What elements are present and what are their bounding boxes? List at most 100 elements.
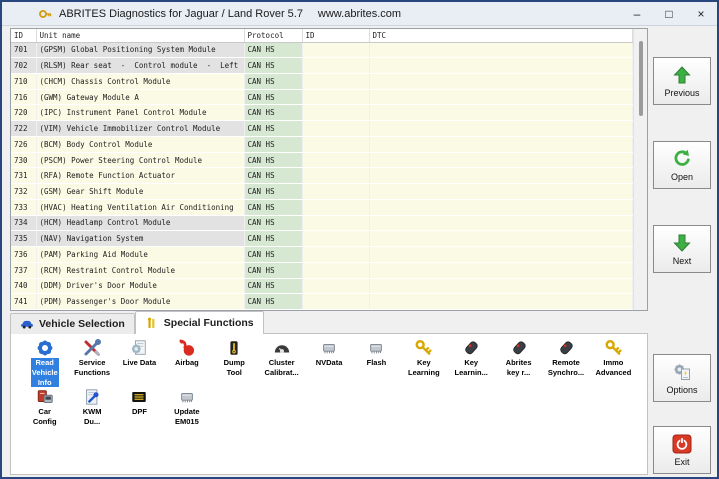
column-header-unit-name[interactable]: Unit name (36, 29, 245, 43)
table-row[interactable]: 733 (HVAC) Heating Ventilation Air Condit… (11, 199, 633, 216)
table-row[interactable]: 735 (NAV) Navigation System CAN HS (11, 230, 633, 248)
cell-dtc (369, 42, 633, 59)
function-update-em015[interactable]: Update EM015 (163, 387, 210, 427)
cell-id: 722 (11, 120, 37, 137)
cell-id: 716 (11, 89, 37, 106)
tools-icon (145, 317, 159, 329)
cell-unit-name: (GSM) Gear Shift Module (36, 183, 245, 200)
column-header-dtc[interactable]: DTC (369, 29, 633, 43)
cell-protocol: CAN HS (244, 199, 303, 216)
maximize-button[interactable]: □ (653, 2, 685, 25)
table-row[interactable]: 741 (PDM) Passenger's Door Module CAN HS (11, 293, 633, 310)
table-row[interactable]: 736 (PAM) Parking Aid Module CAN HS (11, 246, 633, 263)
table-row[interactable]: 730 (PSCM) Power Steering Control Module C… (11, 152, 633, 169)
function-immo-advanced[interactable]: Immo Advanced (590, 338, 637, 378)
options-button[interactable]: Options (653, 354, 711, 402)
cell-unit-name: (PAM) Parking Aid Module (36, 246, 245, 263)
button-label: Next (672, 256, 692, 266)
function-kwm-du[interactable]: KWM Du... (68, 387, 115, 427)
function-label: Car Config (32, 407, 57, 426)
table-row[interactable]: 722 (VIM) Vehicle Immobilizer Control Mod… (11, 120, 633, 137)
cell-id2 (302, 73, 370, 90)
cell-dtc (369, 199, 633, 216)
function-live-data[interactable]: Live Data (116, 338, 163, 368)
cell-protocol: CAN HS (244, 73, 303, 90)
table-row[interactable]: 731 (RFA) Remote Function Actuator CAN HS (11, 167, 633, 185)
cell-id2 (302, 183, 370, 200)
function-label: KWM Du... (82, 407, 102, 426)
function-nvdata[interactable]: NVData (305, 338, 352, 368)
cell-id2 (302, 120, 370, 137)
tab-vehicle-selection[interactable]: Vehicle Selection (10, 313, 135, 334)
cell-id: 702 (11, 57, 37, 74)
table-row[interactable]: 720 (IPC) Instrument Panel Control Module… (11, 104, 633, 122)
table-scrollbar[interactable] (633, 29, 647, 310)
table-row[interactable]: 732 (GSM) Gear Shift Module CAN HS (11, 183, 633, 200)
scrollbar-thumb[interactable] (639, 41, 643, 116)
minimize-button[interactable]: – (621, 2, 653, 25)
window-controls: – □ × (621, 2, 717, 25)
column-header-protocol[interactable]: Protocol (244, 29, 303, 43)
table-row[interactable]: 702 (RLSM) Rear seat - Control module - L… (11, 57, 633, 74)
remote-icon (508, 338, 530, 358)
function-service-functions[interactable]: Service Functions (68, 338, 115, 378)
cell-protocol: CAN HS (244, 152, 303, 169)
function-key-learning[interactable]: Key Learning (400, 338, 447, 378)
function-airbag[interactable]: Airbag (163, 338, 210, 368)
function-cluster-calibrat[interactable]: Cluster Calibrat... (258, 338, 305, 378)
open-button[interactable]: Open (653, 141, 711, 189)
cluster-icon (271, 338, 293, 358)
table-row[interactable]: 701 (GPSM) Global Positioning System Modu… (11, 42, 633, 59)
cell-id2 (302, 246, 370, 263)
exit-button[interactable]: Exit (653, 426, 711, 474)
function-label: Key Learnin... (454, 358, 488, 377)
tab-special-functions[interactable]: Special Functions (134, 311, 264, 334)
function-dpf[interactable]: DPF (116, 387, 163, 417)
cell-id2 (302, 293, 370, 310)
car-config-icon (34, 387, 56, 407)
cell-id: 720 (11, 104, 37, 122)
table-row[interactable]: 740 (DDM) Driver's Door Module CAN HS (11, 278, 633, 295)
right-button-panel: Previous Open Next Options Exit (648, 26, 717, 477)
app-window: ABRITES Diagnostics for Jaguar / Land Ro… (0, 0, 719, 479)
next-button[interactable]: Next (653, 225, 711, 273)
button-label: Previous (664, 88, 700, 98)
module-table: ID Unit name Protocol ID DTC 701 (GPSM) G… (11, 29, 633, 310)
key-icon (602, 338, 624, 358)
cell-dtc (369, 57, 633, 74)
column-header-id[interactable]: ID (11, 29, 37, 43)
cell-id2 (302, 262, 370, 279)
cell-id: 741 (11, 293, 37, 310)
cell-dtc (369, 230, 633, 248)
function-abrites-key-r[interactable]: Abrites key r... (495, 338, 542, 378)
cell-id: 710 (11, 73, 37, 90)
function-label: Service Functions (74, 358, 110, 377)
button-label: Options (666, 385, 698, 395)
cell-id2 (302, 136, 370, 153)
cell-unit-name: (CHCM) Chassis Control Module (36, 73, 245, 90)
table-row[interactable]: 716 (GWM) Gateway Module A CAN HS (11, 89, 633, 106)
cell-unit-name: (VIM) Vehicle Immobilizer Control Module (36, 120, 245, 137)
function-flash[interactable]: Flash (353, 338, 400, 368)
cell-id2 (302, 215, 370, 232)
cell-id: 726 (11, 136, 37, 153)
table-row[interactable]: 737 (RCM) Restraint Control Module CAN HS (11, 262, 633, 279)
table-row[interactable]: 710 (CHCM) Chassis Control Module CAN HS (11, 73, 633, 90)
options-gear-icon (671, 361, 693, 383)
button-label: Open (670, 172, 694, 182)
table-row[interactable]: 726 (BCM) Body Control Module CAN HS (11, 136, 633, 153)
cell-dtc (369, 262, 633, 279)
function-dump-tool[interactable]: Dump Tool (211, 338, 258, 378)
function-key-learnin[interactable]: Key Learnin... (448, 338, 495, 378)
function-read-vehicle-info[interactable]: Read Vehicle Info (21, 338, 68, 388)
function-car-config[interactable]: Car Config (21, 387, 68, 427)
previous-button[interactable]: Previous (653, 57, 711, 105)
function-remote-synchro[interactable]: Remote Synchro... (542, 338, 589, 378)
table-row[interactable]: 734 (HCM) Headlamp Control Module CAN HS (11, 215, 633, 232)
cell-protocol: CAN HS (244, 293, 303, 310)
function-label: Abrites key r... (505, 358, 532, 377)
column-header-id2[interactable]: ID (302, 29, 370, 43)
function-label: Live Data (122, 358, 157, 367)
function-label: Dump Tool (223, 358, 245, 377)
close-button[interactable]: × (685, 2, 717, 25)
